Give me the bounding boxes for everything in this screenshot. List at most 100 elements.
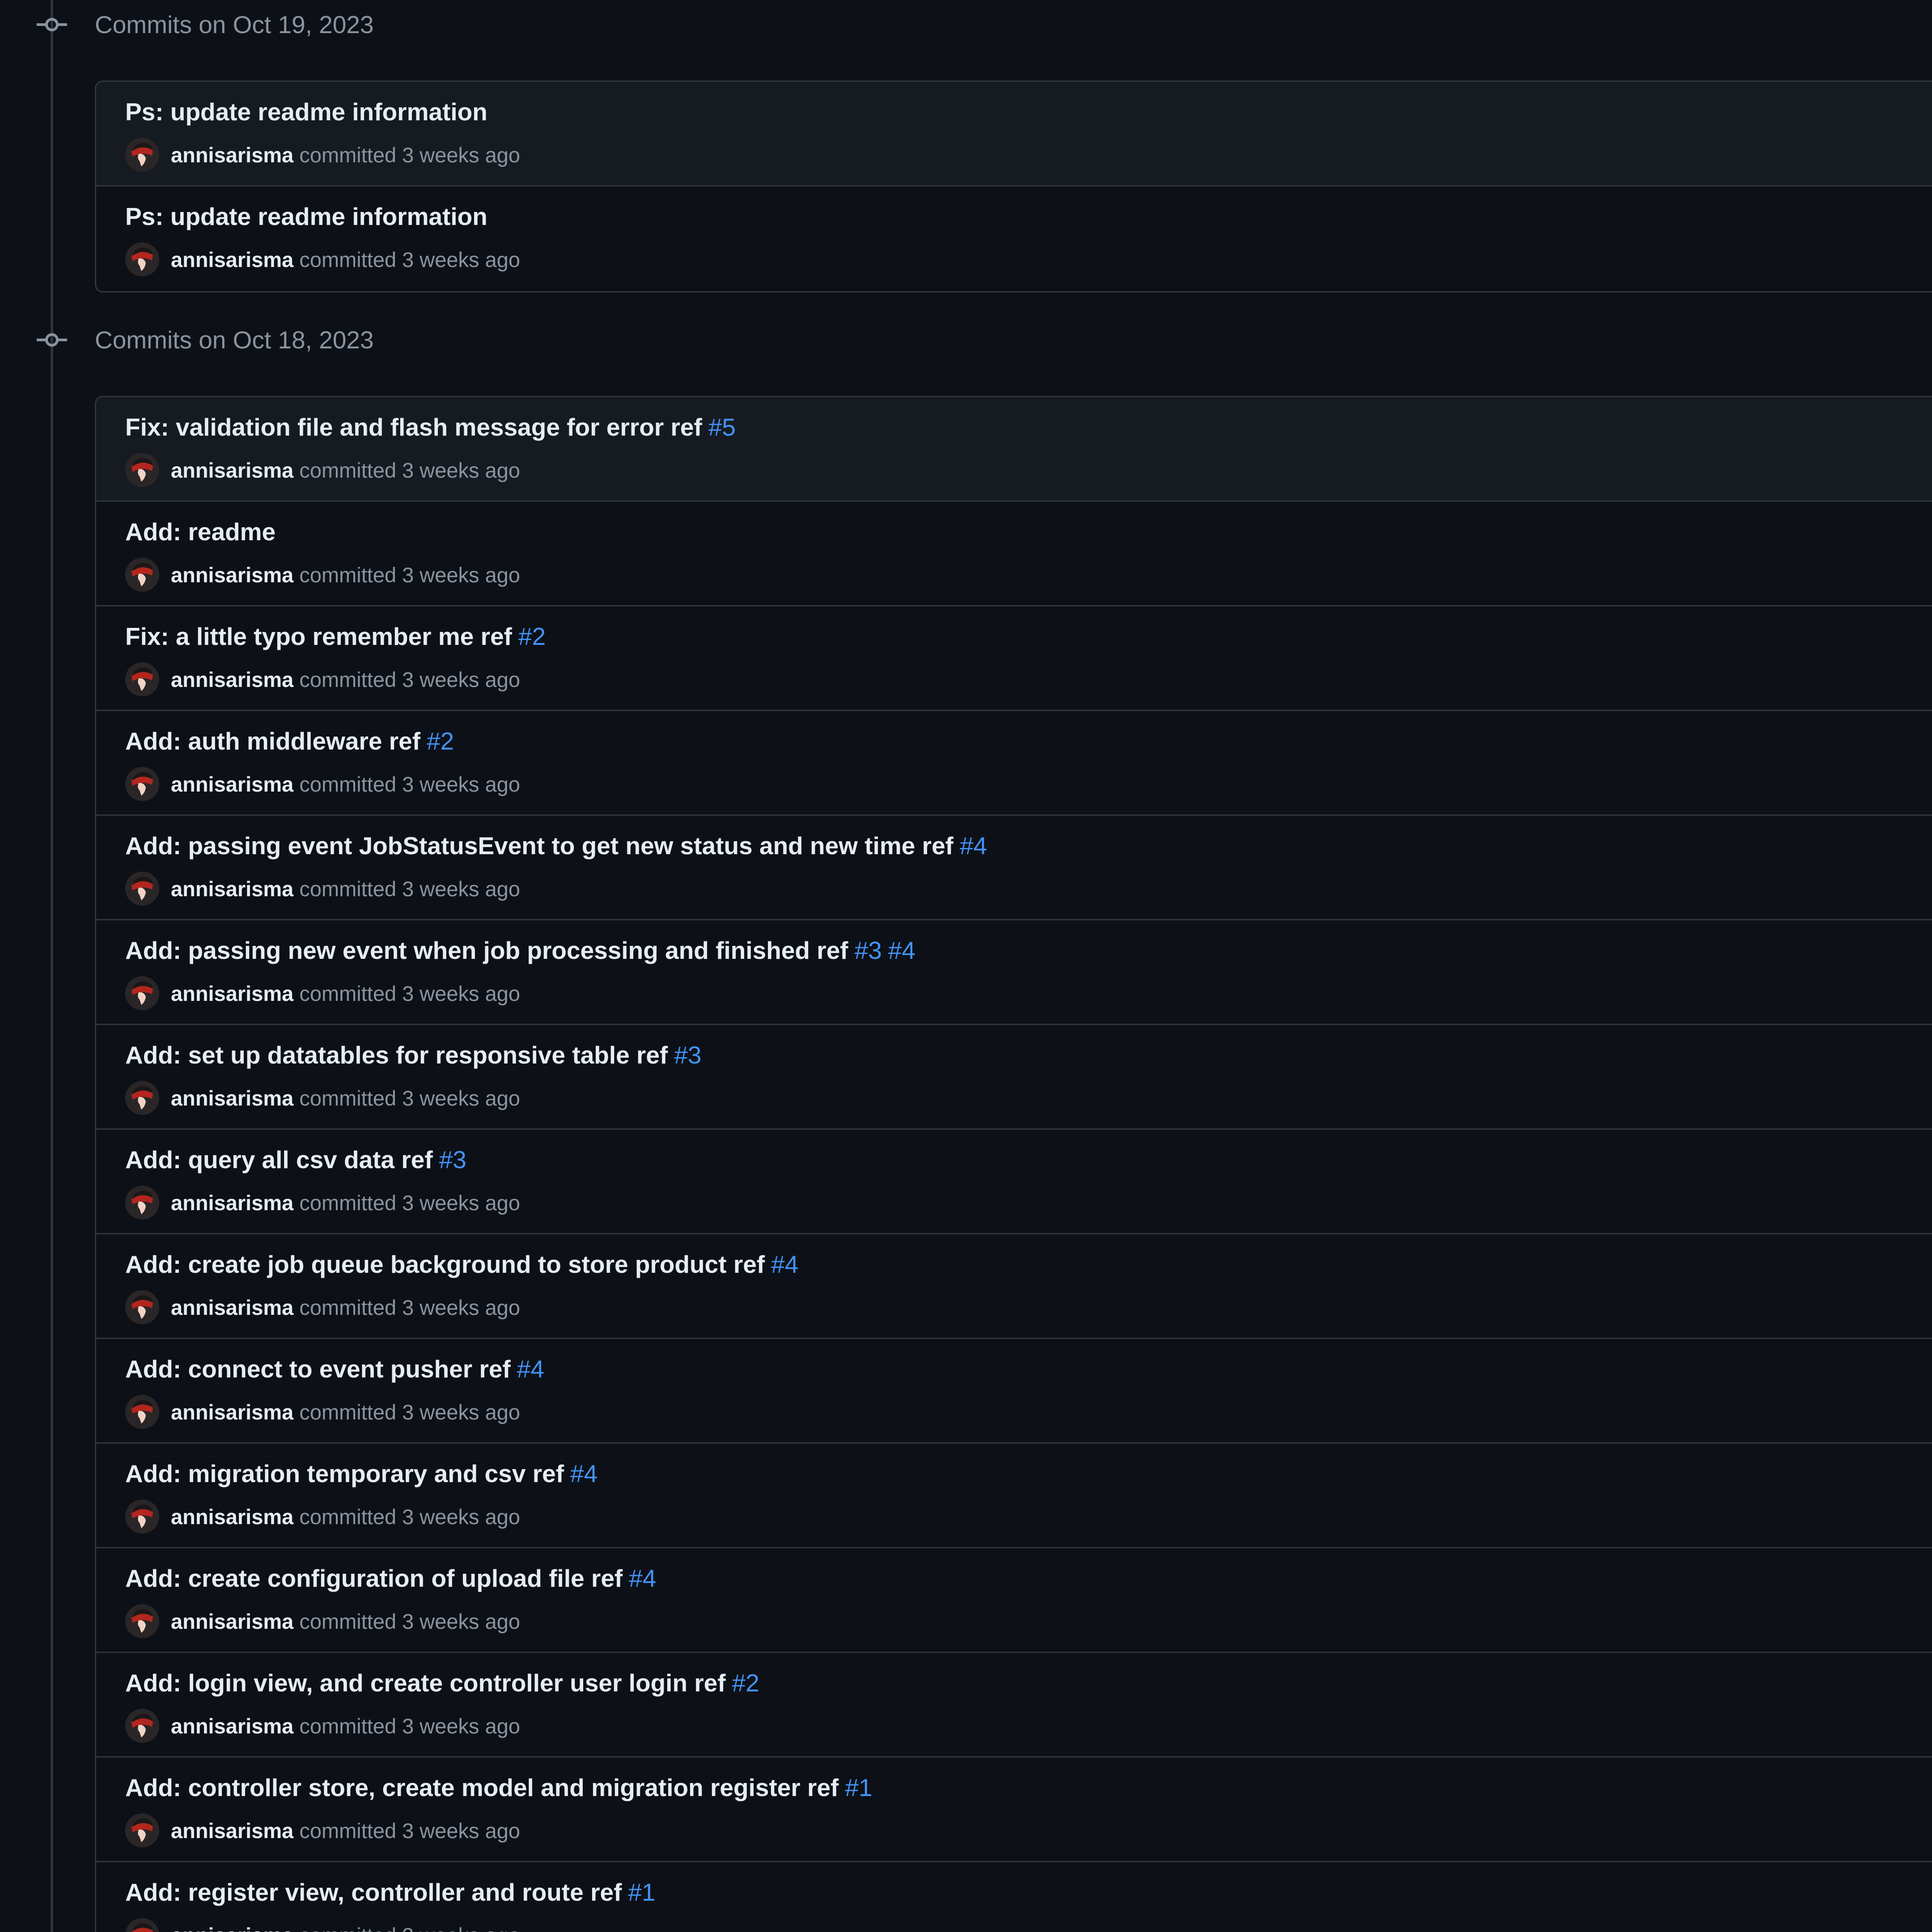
author-link[interactable]: annisarisma (171, 667, 293, 692)
commit-row[interactable]: Ps: update readme information annisarisma… (96, 186, 1932, 291)
author-link[interactable]: annisarisma (171, 563, 293, 587)
author-link[interactable]: annisarisma (171, 1191, 293, 1215)
commit-row[interactable]: Ps: update readme information annisarisma… (96, 82, 1932, 186)
author-link[interactable]: annisarisma (171, 1086, 293, 1110)
author-link[interactable]: annisarisma (171, 1400, 293, 1424)
commit-message-link[interactable]: Add: passing new event when job processi… (125, 936, 848, 964)
commit-message-link[interactable]: Add: create job queue background to stor… (125, 1250, 765, 1278)
commit-time[interactable]: 3 weeks ago (402, 1504, 520, 1529)
commit-message-link[interactable]: Add: controller store, create model and … (125, 1774, 839, 1801)
commit-time[interactable]: 3 weeks ago (402, 563, 520, 587)
user-avatar-icon[interactable] (125, 558, 159, 592)
commit-row[interactable]: Add: connect to event pusher ref #4 annisa… (96, 1339, 1932, 1444)
issue-ref-link[interactable]: #4 (629, 1564, 656, 1592)
author-link[interactable]: annisarisma (171, 247, 293, 272)
commit-time[interactable]: 3 weeks ago (402, 458, 520, 483)
commit-time[interactable]: 3 weeks ago (402, 1295, 520, 1320)
author-link[interactable]: annisarisma (171, 1609, 293, 1634)
commit-time[interactable]: 3 weeks ago (402, 667, 520, 692)
commit-message-link[interactable]: Add: query all csv data ref (125, 1146, 433, 1174)
user-avatar-icon[interactable] (125, 662, 159, 696)
user-avatar-icon[interactable] (125, 976, 159, 1010)
commit-row[interactable]: Add: login view, and create controller u… (96, 1653, 1932, 1758)
commit-time[interactable]: 3 weeks ago (402, 1086, 520, 1110)
commit-time[interactable]: 3 weeks ago (402, 143, 520, 167)
author-link[interactable]: annisarisma (171, 772, 293, 797)
commit-message-link[interactable]: Add: passing event JobStatusEvent to get… (125, 832, 953, 860)
author-link[interactable]: annisarisma (171, 1923, 293, 1932)
user-avatar-icon[interactable] (125, 767, 159, 801)
user-avatar-icon[interactable] (125, 1395, 159, 1429)
commit-message-link[interactable]: Add: login view, and create controller u… (125, 1669, 726, 1697)
issue-ref-link[interactable]: #1 (628, 1878, 655, 1906)
commit-time[interactable]: 3 weeks ago (402, 981, 520, 1006)
commit-row[interactable]: Add: passing new event when job processi… (96, 920, 1932, 1025)
user-avatar-icon[interactable] (125, 1186, 159, 1220)
commit-message-link[interactable]: Fix: validation file and flash message f… (125, 413, 702, 441)
user-avatar-icon[interactable] (125, 242, 159, 276)
author-link[interactable]: annisarisma (171, 1295, 293, 1320)
commit-message-link[interactable]: Add: connect to event pusher ref (125, 1355, 511, 1383)
commit-time[interactable]: 3 weeks ago (402, 1400, 520, 1424)
user-avatar-icon[interactable] (125, 872, 159, 906)
issue-ref-link[interactable]: #3 (674, 1041, 701, 1069)
commit-time[interactable]: 3 weeks ago (402, 772, 520, 797)
commit-row[interactable]: Add: create job queue background to stor… (96, 1234, 1932, 1339)
issue-ref-link[interactable]: #4 (888, 936, 915, 964)
issue-ref-link[interactable]: #1 (845, 1774, 872, 1801)
user-avatar-icon[interactable] (125, 1918, 159, 1932)
commit-time[interactable]: 3 weeks ago (402, 1609, 520, 1634)
issue-ref-link[interactable]: #4 (771, 1250, 798, 1278)
issue-ref-link[interactable]: #3 (439, 1146, 466, 1174)
user-avatar-icon[interactable] (125, 453, 159, 487)
commit-row[interactable]: Add: auth middleware ref #2 annisarisma com… (96, 711, 1932, 816)
issue-ref-link[interactable]: #2 (427, 727, 454, 755)
commit-row[interactable]: Add: readme annisarisma committed 3 weeks a… (96, 502, 1932, 606)
user-avatar-icon[interactable] (125, 1081, 159, 1115)
commit-row[interactable]: Add: passing event JobStatusEvent to get… (96, 816, 1932, 920)
user-avatar-icon[interactable] (125, 1290, 159, 1324)
author-link[interactable]: annisarisma (171, 1504, 293, 1529)
commit-row[interactable]: Fix: a little typo remember me ref #2 anni… (96, 606, 1932, 711)
user-avatar-icon[interactable] (125, 138, 159, 172)
commit-time[interactable]: 3 weeks ago (402, 1818, 520, 1843)
author-link[interactable]: annisarisma (171, 877, 293, 901)
issue-ref-link[interactable]: #4 (570, 1460, 597, 1487)
commit-row[interactable]: Add: controller store, create model and … (96, 1758, 1932, 1862)
author-link[interactable]: annisarisma (171, 981, 293, 1006)
commit-time[interactable]: 3 weeks ago (402, 247, 520, 272)
commit-message-link[interactable]: Add: register view, controller and route… (125, 1878, 622, 1906)
commit-row[interactable]: Fix: validation file and flash message f… (96, 397, 1932, 502)
issue-ref-link[interactable]: #3 (855, 936, 882, 964)
commit-row[interactable]: Add: query all csv data ref #3 annisarisma… (96, 1130, 1932, 1234)
commit-message-link[interactable]: Fix: a little typo remember me ref (125, 623, 512, 650)
commit-time[interactable]: 3 weeks ago (402, 1191, 520, 1215)
user-avatar-icon[interactable] (125, 1813, 159, 1847)
commit-message-link[interactable]: Add: set up datatables for responsive ta… (125, 1041, 668, 1069)
commit-message-link[interactable]: Ps: update readme information (125, 98, 487, 126)
issue-ref-link[interactable]: #5 (708, 413, 736, 441)
commit-row[interactable]: Add: migration temporary and csv ref #4 an… (96, 1444, 1932, 1548)
commit-time[interactable]: 3 weeks ago (402, 877, 520, 901)
commit-message-link[interactable]: Add: migration temporary and csv ref (125, 1460, 564, 1487)
commit-message-link[interactable]: Add: create configuration of upload file… (125, 1564, 623, 1592)
commit-time[interactable]: 3 weeks ago (402, 1923, 520, 1932)
commit-row[interactable]: Add: create configuration of upload file… (96, 1548, 1932, 1653)
commit-row[interactable]: Add: register view, controller and route… (96, 1862, 1932, 1932)
issue-ref-link[interactable]: #2 (732, 1669, 759, 1697)
commit-message-link[interactable]: Ps: update readme information (125, 203, 487, 230)
author-link[interactable]: annisarisma (171, 1818, 293, 1843)
issue-ref-link[interactable]: #4 (517, 1355, 544, 1383)
user-avatar-icon[interactable] (125, 1604, 159, 1638)
commit-row[interactable]: Add: set up datatables for responsive ta… (96, 1025, 1932, 1130)
user-avatar-icon[interactable] (125, 1709, 159, 1743)
user-avatar-icon[interactable] (125, 1500, 159, 1534)
commit-message-link[interactable]: Add: auth middleware ref (125, 727, 420, 755)
author-link[interactable]: annisarisma (171, 143, 293, 167)
author-link[interactable]: annisarisma (171, 1714, 293, 1738)
author-link[interactable]: annisarisma (171, 458, 293, 483)
commit-message-link[interactable]: Add: readme (125, 518, 275, 546)
commit-time[interactable]: 3 weeks ago (402, 1714, 520, 1738)
issue-ref-link[interactable]: #2 (518, 623, 546, 650)
issue-ref-link[interactable]: #4 (960, 832, 987, 860)
